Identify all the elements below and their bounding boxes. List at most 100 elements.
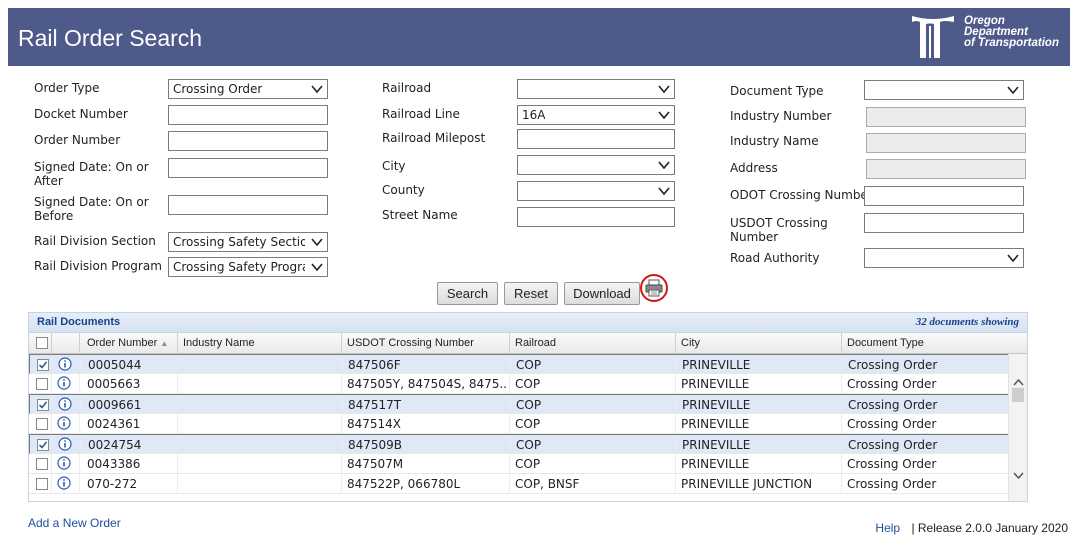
railroad-line-select[interactable]: 16A <box>517 105 675 125</box>
table-row[interactable]: 0024754 847509B COP PRINEVILLE Crossing Orde… <box>29 434 1009 454</box>
usdot-crossing-number-label: USDOT Crossing Number <box>730 216 828 244</box>
industry-name-input[interactable] <box>866 133 1026 153</box>
signed-before-label-line1: Signed Date: On or <box>34 195 149 209</box>
order-number-cell: 0024754 <box>88 438 142 452</box>
select-all-checkbox[interactable] <box>36 337 48 349</box>
row-checkbox[interactable] <box>37 399 49 411</box>
app-header: Rail Order Search Oregon Department of T… <box>8 8 1070 66</box>
row-checkbox[interactable] <box>36 458 48 470</box>
railroad-cell: COP <box>515 377 541 391</box>
column-header-usdot[interactable]: USDOT Crossing Number <box>347 337 474 349</box>
document-count: 32 documents showing <box>915 316 1019 328</box>
column-header-railroad[interactable]: Railroad <box>515 337 556 349</box>
chevron-down-icon <box>658 85 670 94</box>
document-type-cell: Crossing Order <box>847 477 937 491</box>
row-checkbox[interactable] <box>36 418 48 430</box>
order-number-cell: 0009661 <box>88 398 142 412</box>
agency-line-3: of Transportation <box>964 37 1059 49</box>
row-checkbox[interactable] <box>37 359 49 371</box>
city-cell: PRINEVILLE <box>681 377 750 391</box>
address-input[interactable] <box>866 159 1026 179</box>
column-header-order-number[interactable]: Order Number ▲ <box>87 337 168 349</box>
city-cell: PRINEVILLE <box>681 457 750 471</box>
railroad-cell: COP <box>516 398 542 412</box>
county-select[interactable] <box>517 181 675 201</box>
column-header-city[interactable]: City <box>681 337 700 349</box>
chevron-down-icon <box>1007 86 1019 95</box>
industry-number-input[interactable] <box>866 107 1026 127</box>
address-label: Address <box>730 161 778 175</box>
document-type-select[interactable] <box>864 80 1024 100</box>
grid-title: Rail Documents <box>37 316 121 328</box>
info-icon[interactable] <box>57 376 71 390</box>
table-row[interactable]: 070-272 847522P, 066780L COP, BNSF PRINEVIL… <box>29 474 1009 494</box>
table-row[interactable]: 0009661 847517T COP PRINEVILLE Crossing Orde… <box>29 394 1009 414</box>
table-row[interactable]: 0024361 847514X COP PRINEVILLE Crossing Orde… <box>29 414 1009 434</box>
scrollbar-thumb[interactable] <box>1012 388 1024 402</box>
usdot-crossing-number-input[interactable] <box>864 213 1024 233</box>
railroad-select[interactable] <box>517 79 675 99</box>
table-row[interactable]: 0043386 847507M COP PRINEVILLE Crossing Orde… <box>29 454 1009 474</box>
column-header-industry-name[interactable]: Industry Name <box>183 337 255 349</box>
grid-header-row: Order Number ▲ Industry Name USDOT Cross… <box>29 333 1027 354</box>
row-checkbox[interactable] <box>36 478 48 490</box>
railroad-cell: COP <box>516 358 542 372</box>
railroad-cell: COP, BNSF <box>515 477 580 491</box>
row-checkbox[interactable] <box>37 439 49 451</box>
usdot-label-line2: Number <box>730 230 779 244</box>
industry-number-label: Industry Number <box>730 109 832 123</box>
search-button[interactable]: Search <box>437 282 498 305</box>
table-row[interactable]: 0005044 847506F COP PRINEVILLE Crossing Orde… <box>29 354 1009 374</box>
info-icon[interactable] <box>58 397 72 411</box>
order-number-input[interactable] <box>168 131 328 151</box>
release-info: | Release 2.0.0 January 2020 <box>911 521 1068 535</box>
railroad-cell: COP <box>516 438 542 452</box>
scroll-down-icon[interactable] <box>1013 472 1024 480</box>
order-type-select[interactable]: Crossing Order <box>168 79 328 99</box>
rail-division-program-select[interactable]: Crossing Safety Program <box>168 257 328 277</box>
signed-after-input[interactable] <box>168 158 328 178</box>
reset-button[interactable]: Reset <box>504 282 558 305</box>
road-authority-label: Road Authority <box>730 251 820 265</box>
railroad-milepost-input[interactable] <box>517 129 675 149</box>
railroad-cell: COP <box>515 457 541 471</box>
city-cell: PRINEVILLE <box>681 417 750 431</box>
checkmark-icon <box>38 361 48 369</box>
document-type-cell: Crossing Order <box>847 377 937 391</box>
printer-icon <box>645 279 663 297</box>
info-icon[interactable] <box>57 416 71 430</box>
download-button[interactable]: Download <box>564 282 640 305</box>
add-new-order-link[interactable]: Add a New Order <box>28 516 121 530</box>
row-checkbox[interactable] <box>36 378 48 390</box>
help-link[interactable]: Help <box>875 521 900 535</box>
odot-crossing-number-input[interactable] <box>864 186 1024 206</box>
signed-before-input[interactable] <box>168 195 328 215</box>
road-authority-select[interactable] <box>864 248 1024 268</box>
grid-scrollbar[interactable] <box>1008 354 1027 501</box>
info-icon[interactable] <box>57 476 71 490</box>
usdot-cell: 847514X <box>347 417 402 431</box>
info-icon[interactable] <box>57 456 71 470</box>
print-button[interactable] <box>640 274 668 302</box>
docket-number-input[interactable] <box>168 105 328 125</box>
usdot-cell: 847517T <box>348 398 402 412</box>
order-number-cell: 070-272 <box>87 477 138 491</box>
county-label: County <box>382 183 425 197</box>
info-icon[interactable] <box>58 357 72 371</box>
railroad-line-value: 16A <box>522 108 546 122</box>
city-select[interactable] <box>517 155 675 175</box>
city-cell: PRINEVILLE <box>682 438 751 452</box>
column-header-document-type[interactable]: Document Type <box>847 337 924 349</box>
city-cell: PRINEVILLE <box>682 398 751 412</box>
chevron-down-icon <box>658 111 670 120</box>
info-icon[interactable] <box>58 437 72 451</box>
rail-division-section-select[interactable]: Crossing Safety Section <box>168 232 328 252</box>
table-row[interactable]: 0005663 847505Y, 847504S, 8475... COP PRINE… <box>29 374 1009 394</box>
scroll-up-icon[interactable] <box>1013 378 1024 386</box>
agency-name: Oregon Department of Transportation <box>964 15 1059 49</box>
document-type-cell: Crossing Order <box>848 438 938 452</box>
footer-info: Help | Release 2.0.0 January 2020 <box>875 521 1068 535</box>
industry-name-label: Industry Name <box>730 134 819 148</box>
document-type-cell: Crossing Order <box>847 417 937 431</box>
street-name-input[interactable] <box>517 207 675 227</box>
